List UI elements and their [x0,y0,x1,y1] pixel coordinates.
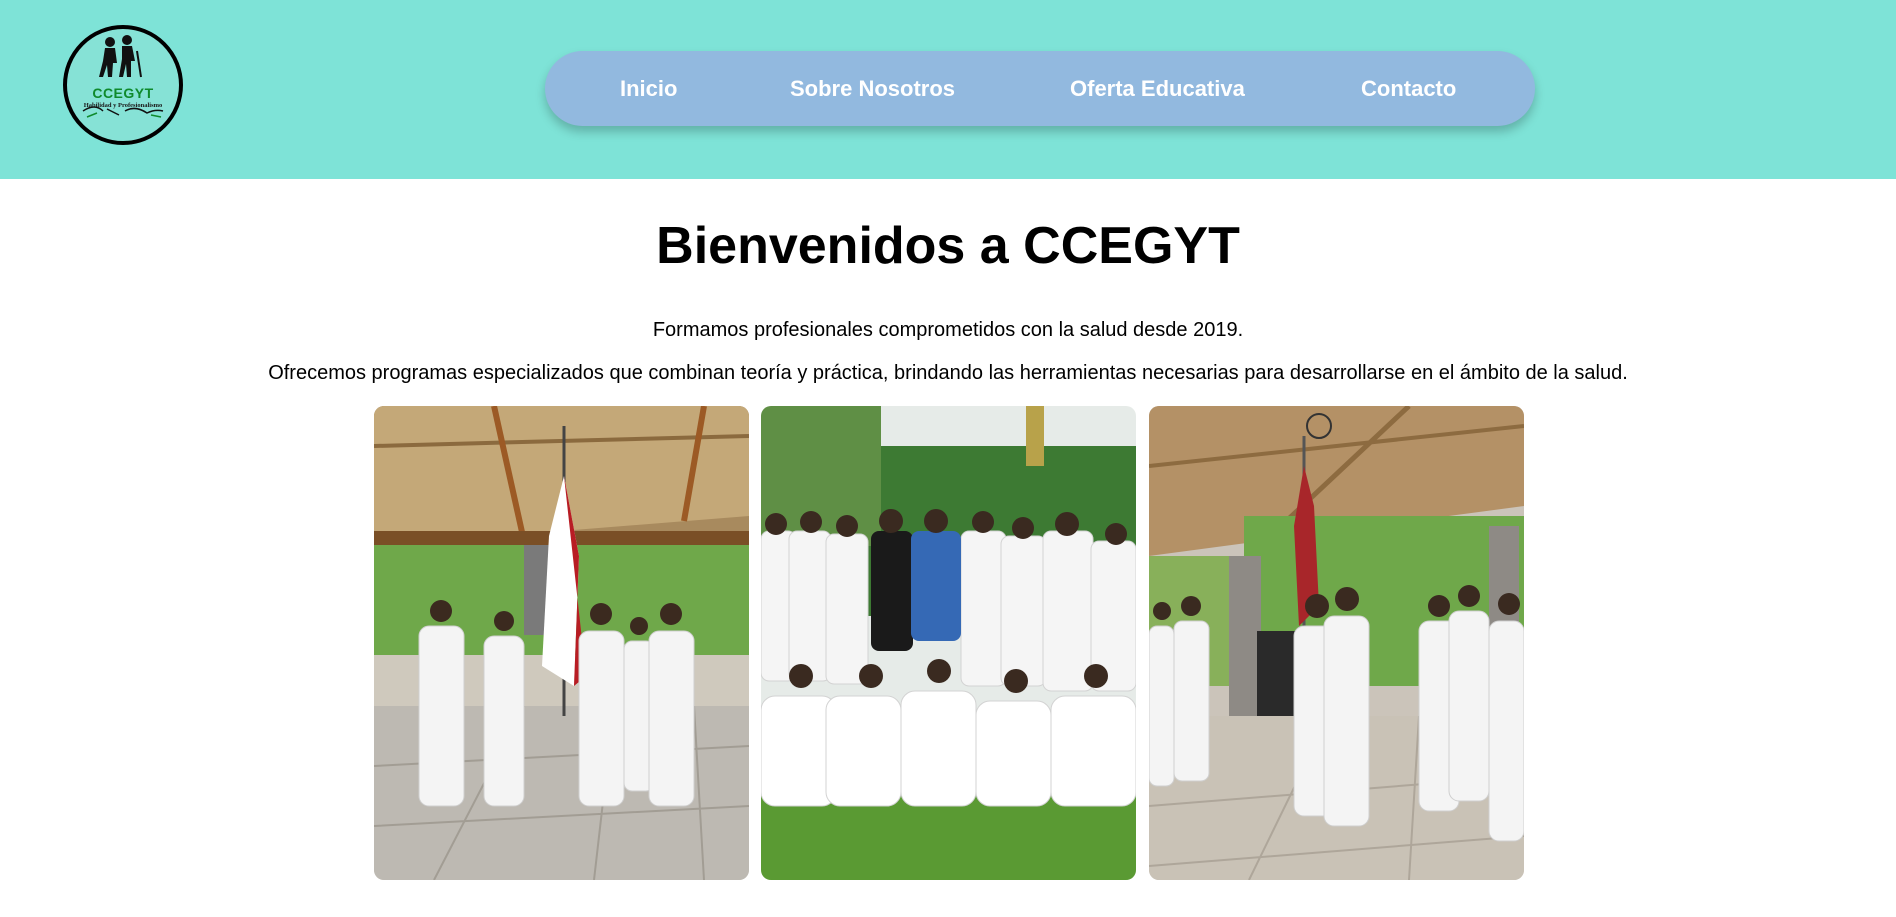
nav-link-inicio[interactable]: Inicio [620,51,677,126]
site-header: CCEGYT Habilidad y Profesionalismo Inici… [0,0,1896,179]
page-title: Bienvenidos a CCEGYT [656,217,1240,275]
nav-link-contacto[interactable]: Contacto [1361,51,1456,126]
photo-group-portrait-garden [761,406,1136,880]
logo-tagline: Habilidad y Profesionalismo [83,102,163,109]
ccegyt-logo[interactable]: CCEGYT Habilidad y Profesionalismo [63,25,183,145]
nav-link-sobre-nosotros[interactable]: Sobre Nosotros [790,51,955,126]
logo-name: CCEGYT [92,85,154,101]
programs-paragraph: Ofrecemos programas especializados que c… [268,362,1628,384]
intro-paragraph: Formamos profesionales comprometidos con… [652,319,1244,341]
photo-students-flag-ceremony [374,406,749,880]
main-nav: Inicio Sobre Nosotros Oferta Educativa C… [545,51,1535,126]
photo-students-pavilion [1149,406,1524,880]
nav-link-oferta-educativa[interactable]: Oferta Educativa [1070,51,1245,126]
